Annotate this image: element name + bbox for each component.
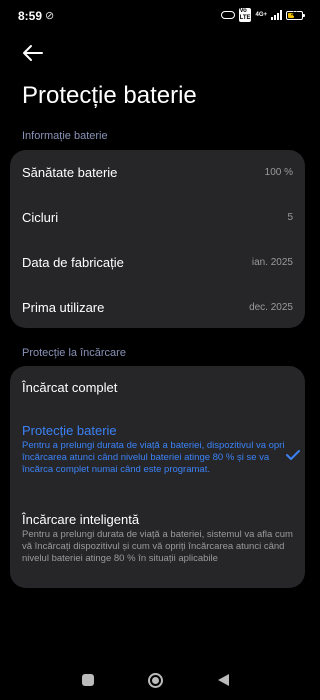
network-type: 4G+ xyxy=(255,12,267,18)
info-row-cycles: Cicluri 5 xyxy=(22,207,293,227)
info-row-health: Sănătate baterie 100 % xyxy=(22,162,293,182)
info-value: dec. 2025 xyxy=(249,301,293,313)
info-label: Cicluri xyxy=(22,209,59,225)
battery-level: 44 xyxy=(291,11,298,18)
nav-back-button[interactable] xyxy=(218,674,229,686)
info-value: ian. 2025 xyxy=(251,256,293,268)
link-icon xyxy=(220,11,235,19)
info-row-manufacture-date: Data de fabricație ian. 2025 xyxy=(22,252,293,272)
status-time: 8:59 xyxy=(18,9,43,23)
status-icons: Vo LTE 4G+ 44 xyxy=(220,8,305,22)
info-label: Prima utilizare xyxy=(22,299,105,315)
recent-apps-button[interactable] xyxy=(82,674,94,686)
option-smart-charging[interactable]: Încărcare inteligentă Pentru a prelungi … xyxy=(22,512,294,565)
option-title: Încărcare inteligentă xyxy=(22,512,140,527)
info-row-first-use: Prima utilizare dec. 2025 xyxy=(22,297,293,317)
option-description: Pentru a prelungi durata de viață a bate… xyxy=(22,529,293,564)
arrow-left-icon xyxy=(23,45,43,61)
info-value: 100 % xyxy=(264,166,293,178)
option-title: Încărcat complet xyxy=(22,380,118,395)
battery-info-card: Sănătate baterie 100 % Cicluri 5 Data de… xyxy=(10,150,305,328)
section-label-charging-protection: Protecție la încărcare xyxy=(22,347,126,359)
option-title: Protecție baterie xyxy=(22,423,117,438)
option-battery-protection[interactable]: Protecție baterie Pentru a prelungi dura… xyxy=(22,423,294,476)
page-title: Protecție baterie xyxy=(22,82,197,109)
volte-icon: Vo LTE xyxy=(238,8,252,22)
option-description: Pentru a prelungi durata de viață a bate… xyxy=(22,440,285,475)
sync-icon: ⊘ xyxy=(45,10,55,22)
section-label-battery-info: Informație baterie xyxy=(22,130,108,142)
info-label: Sănătate baterie xyxy=(22,164,118,180)
status-bar: 8:59 ⊘ Vo LTE 4G+ 44 xyxy=(0,0,315,32)
battery-icon: 44 xyxy=(286,10,305,20)
info-value: 5 xyxy=(287,211,293,223)
info-label: Data de fabricație xyxy=(22,254,124,270)
back-button[interactable] xyxy=(20,42,46,64)
checkmark-icon xyxy=(286,450,300,460)
option-full-charge[interactable]: Încărcat complet xyxy=(22,380,294,395)
charging-options-card: Încărcat complet Protecție baterie Pentr… xyxy=(10,366,305,588)
signal-icon xyxy=(271,10,282,20)
home-button[interactable] xyxy=(148,673,163,688)
